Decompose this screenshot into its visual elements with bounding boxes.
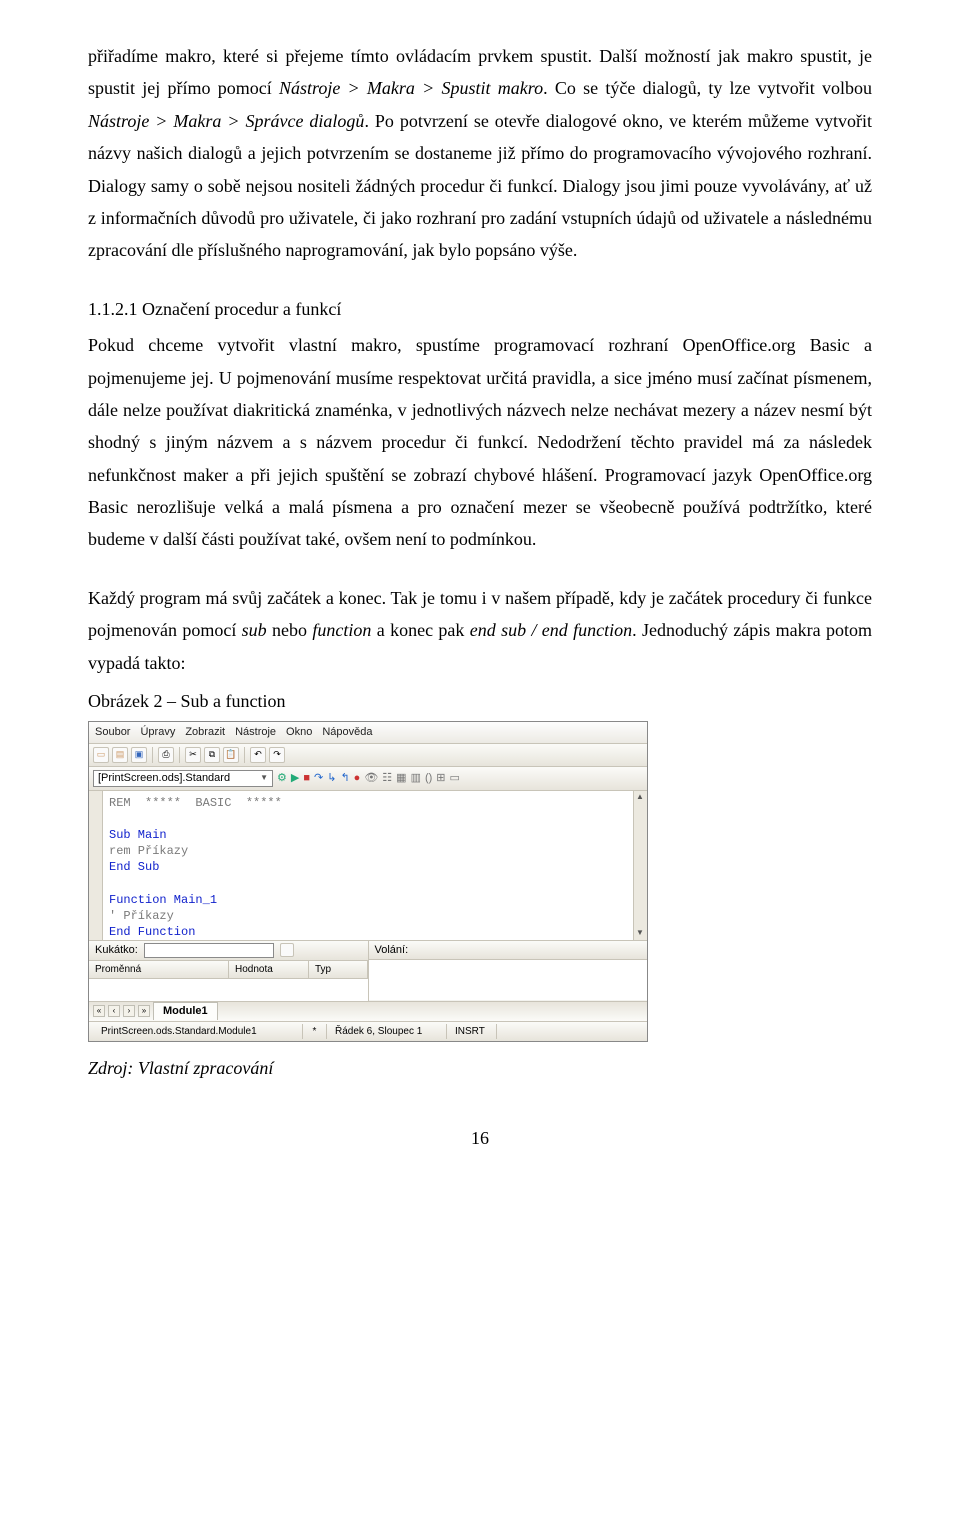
macros-icon[interactable]: ▦ bbox=[396, 771, 406, 785]
toolbar-main: ▭ ▤ ▣ ⎙ ✂ ⧉ 📋 ↶ ↷ bbox=[89, 744, 647, 767]
print-icon[interactable]: ⎙ bbox=[158, 747, 174, 763]
status-modified: * bbox=[303, 1024, 327, 1039]
code-editor[interactable]: REM ***** BASIC ***** Sub Main rem Příka… bbox=[89, 791, 647, 941]
callstack-label: Volání: bbox=[375, 943, 409, 957]
statusbar: PrintScreen.ods.Standard.Module1 * Řádek… bbox=[89, 1022, 647, 1041]
menu-item[interactable]: Úpravy bbox=[140, 725, 175, 739]
controls-icon[interactable]: ⊞ bbox=[436, 771, 445, 785]
section-heading: 1.1.2.1 Označení procedur a funkcí bbox=[88, 293, 872, 325]
menu-item[interactable]: Nápověda bbox=[322, 725, 372, 739]
status-position: Řádek 6, Sloupec 1 bbox=[327, 1024, 447, 1039]
run-icon[interactable]: ▶ bbox=[291, 771, 299, 785]
paste-icon[interactable]: 📋 bbox=[223, 747, 239, 763]
scroll-up-icon[interactable]: ▲ bbox=[636, 792, 644, 802]
module-tabs: « ‹ › » Module1 bbox=[89, 1002, 647, 1022]
step-into-icon[interactable]: ↳ bbox=[327, 771, 336, 785]
paragraph-3: Každý program má svůj začátek a konec. T… bbox=[88, 582, 872, 679]
figure-caption: Obrázek 2 – Sub a function bbox=[88, 685, 872, 717]
redo-icon[interactable]: ↷ bbox=[269, 747, 285, 763]
basic-ide-screenshot: Soubor Úpravy Zobrazit Nástroje Okno Náp… bbox=[88, 721, 648, 1041]
step-over-icon[interactable]: ↷ bbox=[314, 771, 323, 785]
keyword: sub bbox=[242, 620, 267, 640]
menu-path: Nástroje > Makra > Správce dialogů bbox=[88, 111, 364, 131]
tab-first-icon[interactable]: « bbox=[93, 1005, 105, 1017]
code-content: REM ***** BASIC ***** Sub Main rem Příka… bbox=[103, 791, 633, 940]
combo-value: [PrintScreen.ods].Standard bbox=[98, 771, 230, 785]
watch-panel: Kukátko: Proměnná Hodnota Typ Volání: bbox=[89, 941, 647, 1002]
cut-icon[interactable]: ✂ bbox=[185, 747, 201, 763]
scrollbar[interactable]: ▲ ▼ bbox=[633, 791, 647, 940]
tab-next-icon[interactable]: › bbox=[123, 1005, 135, 1017]
figure-source: Zdroj: Vlastní zpracování bbox=[88, 1052, 872, 1084]
module-tab[interactable]: Module1 bbox=[153, 1002, 218, 1020]
watch-left: Kukátko: Proměnná Hodnota Typ bbox=[89, 941, 368, 1001]
new-icon[interactable]: ▭ bbox=[93, 747, 109, 763]
col-header: Proměnná bbox=[89, 961, 229, 978]
status-insert-mode: INSRT bbox=[447, 1024, 497, 1039]
chevron-down-icon: ▼ bbox=[260, 773, 268, 783]
callstack: Volání: bbox=[368, 941, 648, 1001]
open-icon[interactable]: ▤ bbox=[112, 747, 128, 763]
watch-input[interactable] bbox=[144, 943, 274, 958]
keyword: function bbox=[312, 620, 371, 640]
separator bbox=[244, 747, 245, 763]
watch-icon[interactable]: 👁 bbox=[364, 771, 378, 785]
tab-prev-icon[interactable]: ‹ bbox=[108, 1005, 120, 1017]
col-header: Hodnota bbox=[229, 961, 309, 978]
modules-icon[interactable]: ▥ bbox=[411, 771, 421, 785]
gutter bbox=[89, 791, 103, 940]
paragraph-1: přiřadíme makro, které si přejeme tímto … bbox=[88, 40, 872, 267]
breakpoint-icon[interactable]: ● bbox=[354, 771, 361, 785]
menu-item[interactable]: Nástroje bbox=[235, 725, 276, 739]
keyword: end sub / end function bbox=[470, 620, 632, 640]
step-out-icon[interactable]: ↰ bbox=[340, 771, 349, 785]
watch-label: Kukátko: bbox=[95, 943, 138, 957]
toolbar-library: [PrintScreen.ods].Standard ▼ ⚙ ▶ ■ ↷ ↳ ↰… bbox=[89, 767, 647, 791]
page-number: 16 bbox=[88, 1122, 872, 1154]
dialog-icon[interactable]: ▭ bbox=[450, 771, 460, 785]
save-icon[interactable]: ▣ bbox=[131, 747, 147, 763]
watch-body bbox=[89, 979, 368, 1001]
find-parentheses-icon[interactable]: () bbox=[425, 771, 432, 785]
stop-icon[interactable]: ■ bbox=[303, 771, 310, 785]
separator bbox=[179, 747, 180, 763]
menubar: Soubor Úpravy Zobrazit Nástroje Okno Náp… bbox=[89, 722, 647, 743]
compile-icon[interactable]: ⚙ bbox=[277, 771, 287, 785]
library-combo[interactable]: [PrintScreen.ods].Standard ▼ bbox=[93, 770, 273, 787]
menu-item[interactable]: Okno bbox=[286, 725, 312, 739]
undo-icon[interactable]: ↶ bbox=[250, 747, 266, 763]
menu-path: Nástroje > Makra > Spustit makro bbox=[279, 78, 543, 98]
menu-item[interactable]: Zobrazit bbox=[185, 725, 225, 739]
text: nebo bbox=[267, 620, 313, 640]
menu-item[interactable]: Soubor bbox=[95, 725, 130, 739]
text: . Po potvrzení se otevře dialogové okno,… bbox=[88, 111, 872, 261]
paragraph-2: Pokud chceme vytvořit vlastní makro, spu… bbox=[88, 329, 872, 556]
col-header: Typ bbox=[309, 961, 368, 978]
scroll-down-icon[interactable]: ▼ bbox=[636, 928, 644, 938]
status-path: PrintScreen.ods.Standard.Module1 bbox=[93, 1024, 303, 1039]
watch-columns: Proměnná Hodnota Typ bbox=[89, 961, 368, 979]
separator bbox=[152, 747, 153, 763]
tab-last-icon[interactable]: » bbox=[138, 1005, 150, 1017]
text: a konec pak bbox=[371, 620, 469, 640]
text: . Co se týče dialogů, ty lze vytvořit vo… bbox=[543, 78, 872, 98]
object-catalog-icon[interactable]: ☷ bbox=[382, 771, 392, 785]
watch-add-icon[interactable] bbox=[280, 943, 294, 957]
copy-icon[interactable]: ⧉ bbox=[204, 747, 220, 763]
callstack-body bbox=[369, 960, 648, 1000]
